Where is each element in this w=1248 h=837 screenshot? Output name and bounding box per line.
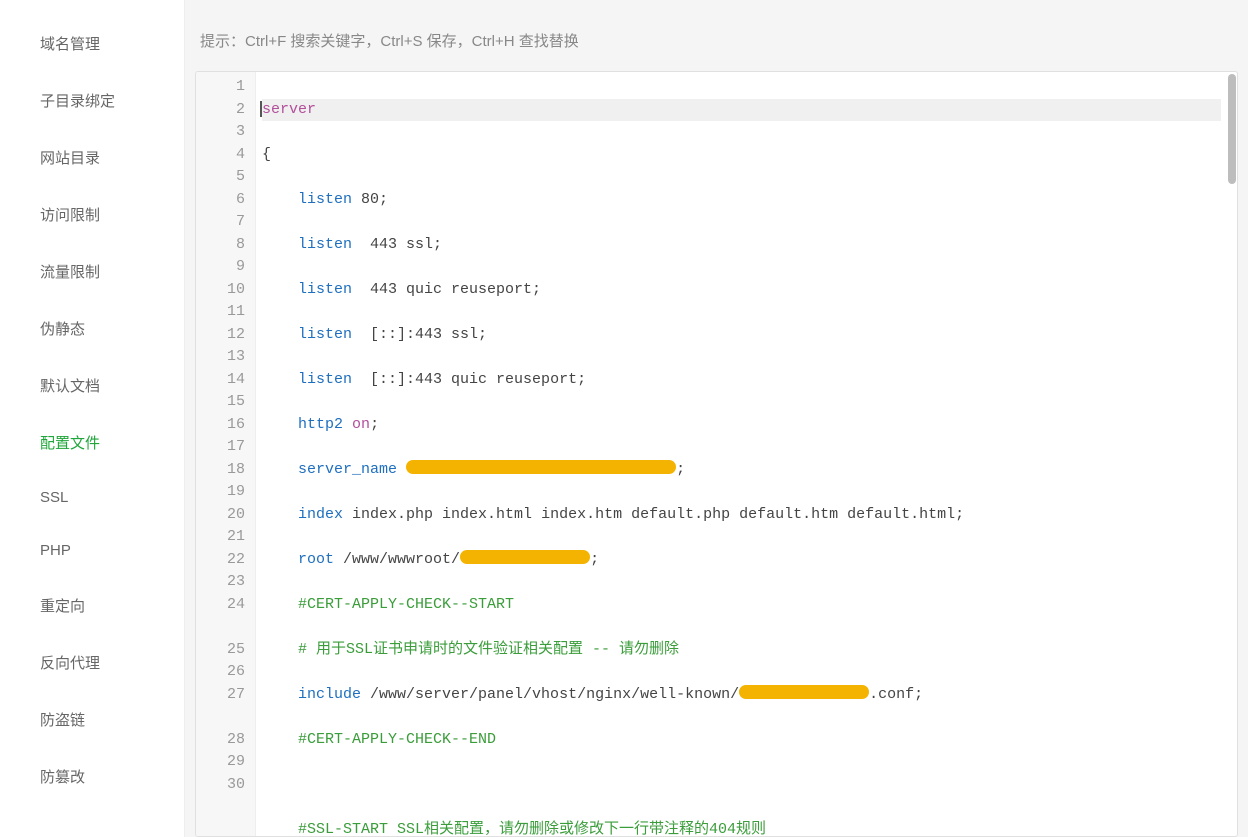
sidebar-item-domain[interactable]: 域名管理 — [0, 15, 184, 72]
sidebar-item-webdir[interactable]: 网站目录 — [0, 129, 184, 186]
sidebar-item-access[interactable]: 访问限制 — [0, 186, 184, 243]
sidebar: 域名管理 子目录绑定 网站目录 访问限制 流量限制 伪静态 默认文档 配置文件 … — [0, 0, 185, 837]
redacted-server-name — [406, 460, 676, 474]
sidebar-item-hotlink[interactable]: 防盗链 — [0, 691, 184, 748]
scroll-thumb[interactable] — [1228, 74, 1236, 184]
code-area[interactable]: server { listen 80; listen 443 ssl; list… — [256, 72, 1227, 836]
sidebar-item-tamper[interactable]: 防篡改 — [0, 748, 184, 805]
main-panel: 提示：Ctrl+F 搜索关键字，Ctrl+S 保存，Ctrl+H 查找替换 12… — [185, 0, 1248, 837]
sidebar-item-php[interactable]: PHP — [0, 524, 184, 577]
sidebar-item-traffic[interactable]: 流量限制 — [0, 243, 184, 300]
redacted-root — [460, 550, 590, 564]
sidebar-item-config[interactable]: 配置文件 — [0, 414, 184, 471]
sidebar-item-rewrite[interactable]: 伪静态 — [0, 300, 184, 357]
line-gutter: 1234567891011121314151617181920212223242… — [196, 72, 256, 836]
sidebar-item-redirect[interactable]: 重定向 — [0, 577, 184, 634]
redacted-include — [739, 685, 869, 699]
editor-scrollbar[interactable] — [1227, 72, 1237, 836]
sidebar-item-proxy[interactable]: 反向代理 — [0, 634, 184, 691]
sidebar-item-ssl[interactable]: SSL — [0, 471, 184, 524]
code-editor[interactable]: 1234567891011121314151617181920212223242… — [195, 71, 1238, 837]
sidebar-item-default[interactable]: 默认文档 — [0, 357, 184, 414]
sidebar-item-subdir[interactable]: 子目录绑定 — [0, 72, 184, 129]
editor-hint: 提示：Ctrl+F 搜索关键字，Ctrl+S 保存，Ctrl+H 查找替换 — [195, 20, 1238, 71]
